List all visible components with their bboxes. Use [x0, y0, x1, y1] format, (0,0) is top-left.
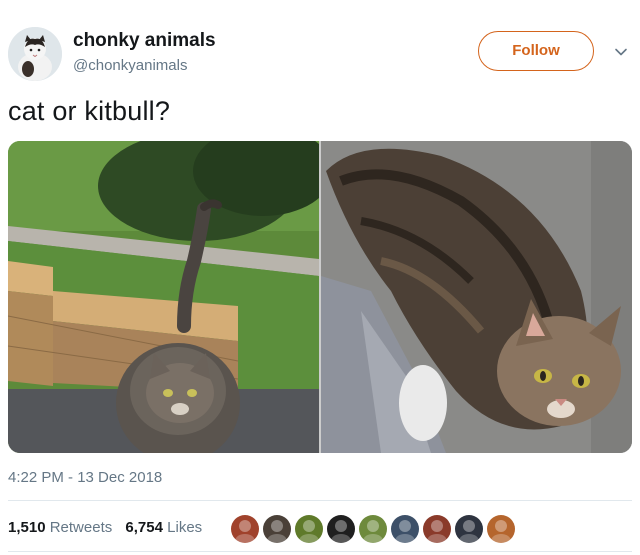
retweets-stat[interactable]: 1,510 Retweets [8, 519, 112, 536]
liker-avatar-3[interactable] [294, 514, 324, 544]
follow-button[interactable]: Follow [478, 31, 594, 71]
liker-avatar-7[interactable] [422, 514, 452, 544]
retweets-count: 1,510 [8, 519, 46, 536]
tweet-text: cat or kitbull? [8, 96, 171, 126]
author-avatar[interactable] [8, 27, 62, 81]
likes-label: Likes [167, 519, 203, 536]
liker-avatar-6[interactable] [390, 514, 420, 544]
divider [8, 500, 632, 501]
chevron-down-icon[interactable] [614, 45, 628, 59]
liker-avatar-8[interactable] [454, 514, 484, 544]
tweet-media [8, 141, 632, 453]
photo-cat-on-sidewalk[interactable] [8, 141, 319, 453]
liker-avatar-9[interactable] [486, 514, 516, 544]
tweet-timestamp[interactable]: 4:22 PM - 13 Dec 2018 [8, 469, 162, 486]
likes-stat[interactable]: 6,754 Likes [125, 519, 202, 536]
author-handle[interactable]: @chonkyanimals [73, 57, 187, 74]
photo-cat-closeup[interactable] [321, 141, 632, 453]
tweet-card: chonky animals @chonkyanimals Follow cat… [0, 0, 640, 555]
liker-avatar-1[interactable] [230, 514, 260, 544]
liker-avatar-5[interactable] [358, 514, 388, 544]
likes-count: 6,754 [125, 519, 163, 536]
liker-avatar-2[interactable] [262, 514, 292, 544]
author-display-name[interactable]: chonky animals [73, 30, 216, 52]
retweets-label: Retweets [49, 519, 113, 536]
liker-avatar-4[interactable] [326, 514, 356, 544]
divider [8, 551, 632, 552]
engagement-stats: 1,510 Retweets 6,754 Likes [8, 519, 202, 536]
